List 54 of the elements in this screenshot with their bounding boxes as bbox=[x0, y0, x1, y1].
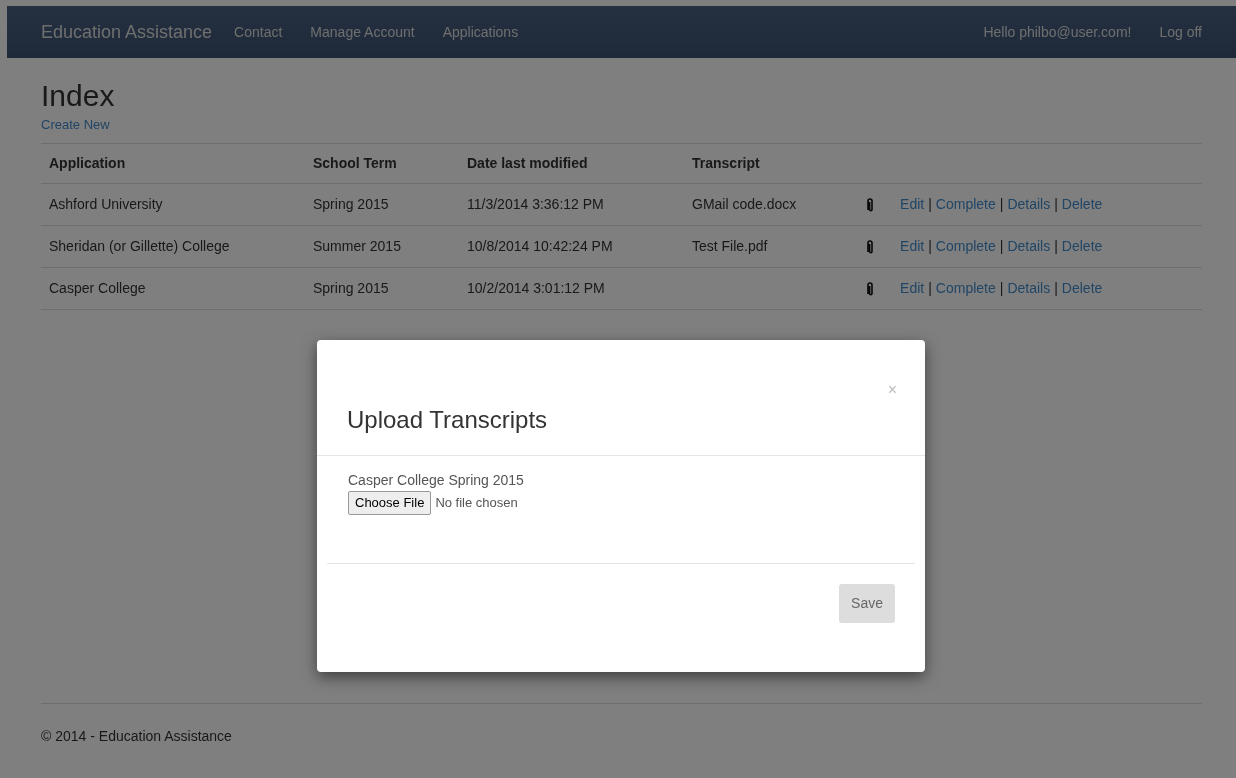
table-cell: 10/2/2014 3:01:12 PM bbox=[467, 280, 605, 296]
separator-text: | bbox=[999, 280, 1004, 296]
separator-text: | bbox=[999, 238, 1004, 254]
action-link[interactable]: Delete bbox=[1061, 238, 1103, 254]
table-cell: Test File.pdf bbox=[692, 238, 768, 254]
action-link[interactable]: Complete bbox=[935, 196, 996, 212]
dialog-title: Upload Transcripts bbox=[347, 406, 548, 435]
action-link[interactable]: Delete bbox=[1061, 196, 1103, 212]
nav-link[interactable]: Contact bbox=[234, 21, 283, 43]
separator-text: | bbox=[1054, 238, 1058, 254]
table-cell: Spring 2015 bbox=[313, 196, 389, 212]
table-cell: Casper College bbox=[49, 280, 146, 296]
column-header: Date last modified bbox=[467, 155, 588, 171]
column-header: Transcript bbox=[692, 155, 760, 171]
save-button[interactable]: Save bbox=[839, 584, 895, 623]
action-link[interactable]: Details bbox=[1007, 238, 1051, 254]
table-cell: 10/8/2014 10:42:24 PM bbox=[467, 238, 613, 254]
action-link[interactable]: Details bbox=[1007, 280, 1051, 296]
action-link[interactable]: Complete bbox=[935, 238, 996, 254]
action-link[interactable]: Complete bbox=[935, 280, 996, 296]
action-link[interactable]: Edit bbox=[900, 196, 925, 212]
account-link[interactable]: Hello philbo@user.com! bbox=[983, 21, 1132, 43]
separator-text: | bbox=[928, 238, 932, 254]
footer-text: © 2014 - Education Assistance bbox=[41, 728, 232, 744]
table-cell: Spring 2015 bbox=[313, 280, 389, 296]
close-button[interactable]: × bbox=[887, 382, 897, 398]
action-link[interactable]: Edit bbox=[900, 238, 925, 254]
action-link[interactable]: Details bbox=[1007, 196, 1051, 212]
table-cell: Ashford University bbox=[49, 196, 163, 212]
paperclip-icon[interactable] bbox=[866, 282, 874, 297]
separator-text: | bbox=[928, 196, 932, 212]
table-cell: Sheridan (or Gillette) College bbox=[49, 238, 230, 254]
paperclip-icon[interactable] bbox=[866, 198, 874, 213]
table-cell: 11/3/2014 3:36:12 PM bbox=[467, 196, 604, 212]
nav-link[interactable]: Applications bbox=[442, 21, 519, 43]
table-cell: Summer 2015 bbox=[313, 238, 401, 254]
column-header: School Term bbox=[313, 155, 397, 171]
action-link[interactable]: Delete bbox=[1061, 280, 1103, 296]
create-new-link[interactable]: Create New bbox=[41, 117, 110, 132]
separator-text: | bbox=[999, 196, 1004, 212]
file-label: Casper College Spring 2015 bbox=[348, 471, 524, 490]
column-header: Application bbox=[49, 155, 126, 171]
log-off-link[interactable]: Log off bbox=[1159, 21, 1202, 43]
choose-file-button[interactable]: Choose File bbox=[348, 491, 432, 515]
page-title: Index bbox=[41, 78, 116, 114]
separator-text: | bbox=[1054, 280, 1058, 296]
table-cell: GMail code.docx bbox=[692, 196, 797, 212]
paperclip-icon[interactable] bbox=[866, 240, 874, 255]
action-link[interactable]: Edit bbox=[900, 280, 925, 296]
separator-text: | bbox=[928, 280, 932, 296]
nav-link[interactable]: Manage Account bbox=[310, 21, 415, 43]
brand-link[interactable]: Education Assistance bbox=[41, 18, 213, 46]
separator-text: | bbox=[1054, 196, 1058, 212]
file-status-text: No file chosen bbox=[435, 494, 518, 512]
